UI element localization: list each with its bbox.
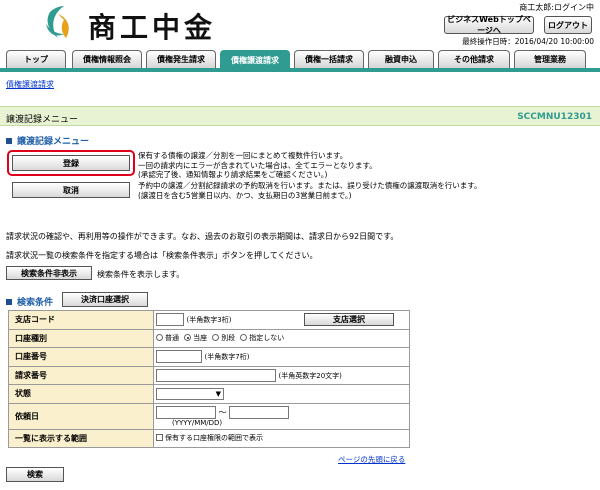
branch-code-cell: (半角数字3桁) 支店選択 — [153, 310, 410, 330]
table-row: 状態 ▼ — [8, 384, 410, 404]
request-number-input[interactable] — [156, 368, 276, 382]
back-to-top-link[interactable]: ページの先頭に戻る — [338, 454, 405, 465]
display-scope-label: 一覧に表示する範囲 — [8, 428, 154, 448]
chevron-down-icon: ▼ — [215, 389, 221, 398]
branch-code-hint: (半角数字3桁) — [186, 316, 232, 325]
hide-search-conditions-button[interactable]: 検索条件非表示 — [6, 266, 92, 280]
account-number-hint: (半角数字7桁) — [204, 353, 250, 362]
display-scope-cell: 保有する口座権限の範囲で表示 — [153, 428, 410, 448]
account-type-radio-special[interactable] — [212, 334, 220, 342]
status-info-line: 請求状況一覧の検索条件を指定する場合は「検索条件表示」ボタンを押してください。 — [6, 251, 318, 260]
status-select[interactable]: ▼ — [156, 387, 224, 400]
account-number-cell: (半角数字7桁) — [153, 347, 410, 367]
page-title: 譲渡記録メニュー — [6, 115, 79, 125]
tab-other-requests[interactable]: その他請求 — [438, 50, 510, 68]
account-number-label: 口座番号 — [8, 347, 154, 367]
register-desc-line: 一回の請求内にエラーが含まれていた場合は、全てエラーとなります。 — [138, 160, 377, 170]
search-conditions-table: 支店コード (半角数字3桁) 支店選択 口座種別 普通 当座 別段 指定しない … — [8, 310, 410, 448]
breadcrumb[interactable]: 債権譲渡請求 — [6, 79, 54, 90]
logout-button[interactable]: ログアウト — [544, 16, 592, 34]
settlement-account-select-button[interactable]: 決済口座選択 — [62, 292, 148, 307]
request-date-to-input[interactable] — [229, 405, 290, 419]
account-type-label: 口座種別 — [8, 328, 154, 348]
cancel-desc-line: 予約中の譲渡／分割記録請求の予約取消を行います。または、誤り受けた債権の譲渡取消… — [138, 181, 482, 190]
date-range-separator: 〜 — [218, 407, 227, 417]
account-type-radio-ordinary[interactable] — [156, 334, 163, 342]
branch-select-button[interactable]: 支店選択 — [304, 313, 394, 326]
table-row: 一覧に表示する範囲 保有する口座権限の範囲で表示 — [8, 428, 410, 448]
last-operation-datetime: 最終操作日時：2016/04/20 10:00:00 — [462, 37, 594, 46]
tab-claim-issue[interactable]: 債権発生請求 — [146, 50, 216, 68]
tab-management[interactable]: 管理業務 — [514, 50, 586, 68]
user-login-status: 商工太郎:ログイン中 — [519, 3, 594, 12]
table-row: 口座番号 (半角数字7桁) — [8, 347, 410, 367]
cancel-button[interactable]: 取消 — [12, 182, 130, 198]
cancel-desc-line: (譲渡日を含む5営業日以内、かつ、支払期日の3営業日前まで。) — [138, 190, 352, 200]
account-type-cell: 普通 当座 別段 指定しない — [153, 328, 410, 348]
account-type-radio-unspecified[interactable] — [240, 334, 248, 342]
register-description: 保有する債権の譲渡／分割を一回にまとめて複数件行います。 一回の請求内にエラーが… — [138, 151, 377, 180]
radio-label: 普通 — [165, 334, 179, 343]
request-number-cell: (半角英数字20文字) — [153, 365, 410, 385]
tab-claim-transfer[interactable]: 債権譲渡請求 — [220, 50, 290, 69]
section-bullet-icon — [6, 137, 12, 144]
table-row: 支店コード (半角数字3桁) 支店選択 — [8, 310, 410, 330]
search-section-heading-label: 検索条件 — [17, 298, 54, 308]
branch-code-input[interactable] — [156, 313, 184, 327]
app-title: 商工中金 — [88, 11, 217, 44]
tab-claim-inquiry[interactable]: 債権情報照会 — [72, 50, 142, 68]
table-row: 依頼日 〜 (YYYY/MM/DD) — [8, 402, 410, 430]
register-desc-line: (承認完了後、通知情報より請求結果をご確認ください。) — [138, 170, 328, 179]
register-desc-line: 保有する債権の譲渡／分割を一回にまとめて複数件行います。 — [138, 151, 348, 160]
header: 商工中金 商工太郎:ログイン中 ビジネスWebトップページへ ログアウト 最終操… — [0, 0, 600, 46]
register-button[interactable]: 登録 — [12, 155, 130, 171]
status-cell: ▼ — [153, 384, 410, 404]
search-button[interactable]: 検索 — [6, 467, 64, 482]
request-date-cell: 〜 (YYYY/MM/DD) — [153, 402, 410, 430]
radio-label: 当座 — [193, 334, 208, 343]
radio-label: 別段 — [221, 334, 236, 343]
logo: 商工中金 — [38, 4, 238, 44]
cancel-description: 予約中の譲渡／分割記録請求の予約取消を行います。または、誤り受けた債権の譲渡取消… — [138, 181, 482, 200]
logo-mark-icon — [46, 6, 69, 38]
tab-top[interactable]: トップ — [6, 50, 66, 68]
account-number-input[interactable] — [156, 350, 202, 364]
title-bar: 譲渡記録メニュー SCCMNU12301 — [0, 106, 600, 126]
menu-section-heading-label: 譲渡記録メニュー — [17, 137, 90, 147]
request-number-label: 請求番号 — [8, 365, 154, 385]
toggle-search-description: 検索条件を表示します。 — [97, 270, 185, 279]
search-section-heading: 検索条件 — [6, 295, 53, 308]
request-number-hint: (半角英数字20文字) — [278, 371, 342, 380]
radio-label: 指定しない — [249, 334, 285, 343]
request-date-label: 依頼日 — [8, 402, 154, 430]
main-tabs: トップ 債権情報照会 債権発生請求 債権譲渡請求 債権一括請求 融資申込 その他… — [0, 50, 600, 72]
tab-claim-bulk[interactable]: 債権一括請求 — [294, 50, 364, 68]
request-date-from-input[interactable] — [156, 405, 216, 419]
business-web-top-button[interactable]: ビジネスWebトップページへ — [444, 15, 534, 35]
branch-code-label: 支店コード — [8, 310, 154, 330]
table-row: 口座種別 普通 当座 別段 指定しない — [8, 328, 410, 348]
table-row: 請求番号 (半角英数字20文字) — [8, 365, 410, 385]
tab-loan-application[interactable]: 融資申込 — [368, 50, 434, 68]
menu-section-heading: 譲渡記録メニュー — [6, 134, 89, 147]
request-date-hint: (YYYY/MM/DD) — [172, 418, 223, 427]
section-bullet-icon — [6, 298, 12, 305]
display-scope-checkbox-label: 保有する口座権限の範囲で表示 — [165, 434, 263, 443]
display-scope-checkbox[interactable] — [156, 434, 163, 442]
status-info-line: 請求状況の確認や、再利用等の操作ができます。なお、過去のお取引の表示期間は、請求… — [6, 232, 399, 241]
screen-id: SCCMNU12301 — [517, 112, 592, 122]
account-type-radio-current[interactable] — [184, 334, 192, 342]
status-label: 状態 — [8, 384, 154, 404]
